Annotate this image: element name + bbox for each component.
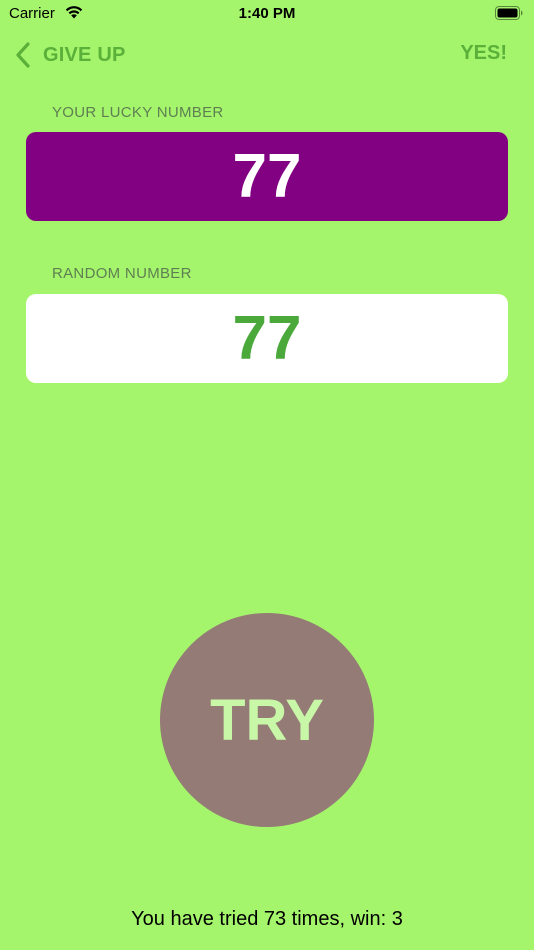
battery-icon: [495, 6, 523, 20]
chevron-left-icon: [16, 42, 30, 68]
give-up-label: GIVE UP: [43, 43, 126, 66]
random-number-display: 77: [26, 294, 508, 383]
try-button[interactable]: TRY: [160, 613, 374, 827]
lucky-number-label: YOUR LUCKY NUMBER: [52, 104, 224, 121]
attempts-stats: You have tried 73 times, win: 3: [131, 908, 403, 930]
give-up-button[interactable]: GIVE UP: [14, 40, 126, 70]
lucky-number-field[interactable]: 77: [26, 132, 508, 221]
yes-button[interactable]: YES!: [460, 42, 507, 65]
status-bar: Carrier 1:40 PM: [0, 0, 534, 28]
random-number-label: RANDOM NUMBER: [52, 265, 192, 282]
clock: 1:40 PM: [238, 5, 296, 22]
